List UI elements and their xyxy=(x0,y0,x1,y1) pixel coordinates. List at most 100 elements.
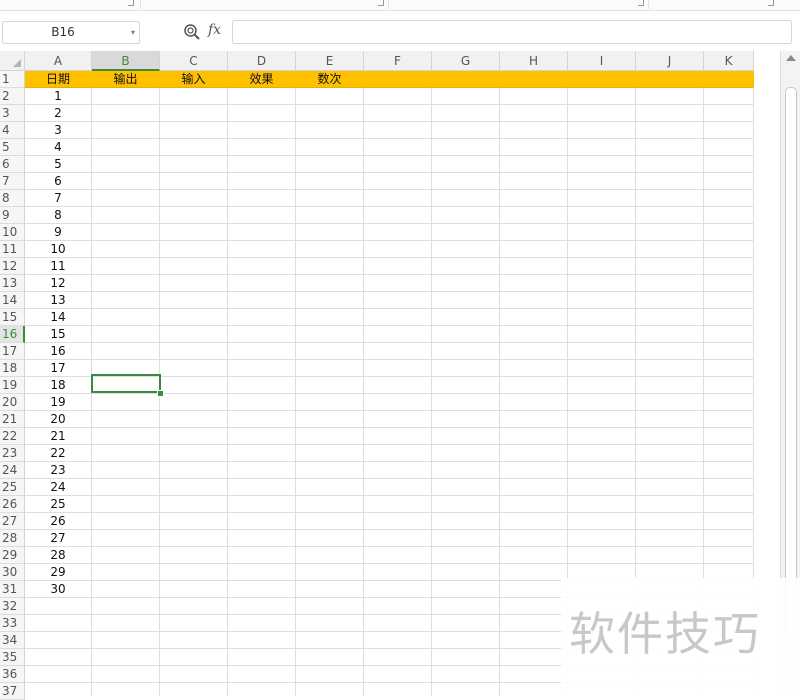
cell-d28[interactable] xyxy=(228,530,296,547)
cell-j23[interactable] xyxy=(636,445,704,462)
cell-c20[interactable] xyxy=(160,394,228,411)
cell-a12[interactable]: 11 xyxy=(25,258,92,275)
cell-b14[interactable] xyxy=(92,292,160,309)
formula-input[interactable] xyxy=(232,20,792,44)
cell-a29[interactable]: 28 xyxy=(25,547,92,564)
cell-i18[interactable] xyxy=(568,360,636,377)
cell-f13[interactable] xyxy=(364,275,432,292)
cell-h16[interactable] xyxy=(500,326,568,343)
cell-h2[interactable] xyxy=(500,88,568,105)
cell-g29[interactable] xyxy=(432,547,500,564)
cell-j18[interactable] xyxy=(636,360,704,377)
cell-b26[interactable] xyxy=(92,496,160,513)
cell-e21[interactable] xyxy=(296,411,364,428)
cell-e27[interactable] xyxy=(296,513,364,530)
cell-b30[interactable] xyxy=(92,564,160,581)
cell-g28[interactable] xyxy=(432,530,500,547)
cell-c36[interactable] xyxy=(160,666,228,683)
cell-j3[interactable] xyxy=(636,105,704,122)
cell-k2[interactable] xyxy=(704,88,754,105)
cell-g3[interactable] xyxy=(432,105,500,122)
cell-d22[interactable] xyxy=(228,428,296,445)
cell-i10[interactable] xyxy=(568,224,636,241)
cell-k24[interactable] xyxy=(704,462,754,479)
cell-a8[interactable]: 7 xyxy=(25,190,92,207)
cell-f9[interactable] xyxy=(364,207,432,224)
cell-c3[interactable] xyxy=(160,105,228,122)
cell-j12[interactable] xyxy=(636,258,704,275)
cell-j17[interactable] xyxy=(636,343,704,360)
cell-a25[interactable]: 24 xyxy=(25,479,92,496)
cell-g25[interactable] xyxy=(432,479,500,496)
cell-c2[interactable] xyxy=(160,88,228,105)
cell-i7[interactable] xyxy=(568,173,636,190)
cell-k18[interactable] xyxy=(704,360,754,377)
cell-b34[interactable] xyxy=(92,632,160,649)
cell-g12[interactable] xyxy=(432,258,500,275)
cell-i12[interactable] xyxy=(568,258,636,275)
cell-f10[interactable] xyxy=(364,224,432,241)
cell-h30[interactable] xyxy=(500,564,568,581)
cell-e11[interactable] xyxy=(296,241,364,258)
cell-b23[interactable] xyxy=(92,445,160,462)
row-header-25[interactable]: 25 xyxy=(0,479,25,496)
cell-g34[interactable] xyxy=(432,632,500,649)
cell-c23[interactable] xyxy=(160,445,228,462)
cell-i19[interactable] xyxy=(568,377,636,394)
column-header-e[interactable]: E xyxy=(296,51,364,71)
cell-b32[interactable] xyxy=(92,598,160,615)
cell-d29[interactable] xyxy=(228,547,296,564)
cell-c26[interactable] xyxy=(160,496,228,513)
cell-e31[interactable] xyxy=(296,581,364,598)
ribbon-group-launcher-icon[interactable] xyxy=(378,0,384,6)
cell-a33[interactable] xyxy=(25,615,92,632)
cell-a9[interactable]: 8 xyxy=(25,207,92,224)
row-header-10[interactable]: 10 xyxy=(0,224,25,241)
column-header-g[interactable]: G xyxy=(432,51,500,71)
row-header-33[interactable]: 33 xyxy=(0,615,25,632)
scroll-up-arrow-icon[interactable] xyxy=(786,55,796,61)
cell-e24[interactable] xyxy=(296,462,364,479)
cell-e13[interactable] xyxy=(296,275,364,292)
column-header-j[interactable]: J xyxy=(636,51,704,71)
row-header-4[interactable]: 4 xyxy=(0,122,25,139)
cell-f21[interactable] xyxy=(364,411,432,428)
cell-e10[interactable] xyxy=(296,224,364,241)
cell-k28[interactable] xyxy=(704,530,754,547)
row-header-21[interactable]: 21 xyxy=(0,411,25,428)
cell-g8[interactable] xyxy=(432,190,500,207)
cell-i20[interactable] xyxy=(568,394,636,411)
cell-a21[interactable]: 20 xyxy=(25,411,92,428)
cell-f6[interactable] xyxy=(364,156,432,173)
cell-g5[interactable] xyxy=(432,139,500,156)
cell-b2[interactable] xyxy=(92,88,160,105)
cell-e12[interactable] xyxy=(296,258,364,275)
cell-c17[interactable] xyxy=(160,343,228,360)
cell-b16[interactable] xyxy=(92,326,160,343)
cell-b5[interactable] xyxy=(92,139,160,156)
cell-a31[interactable]: 30 xyxy=(25,581,92,598)
cell-b27[interactable] xyxy=(92,513,160,530)
cell-e9[interactable] xyxy=(296,207,364,224)
cell-b3[interactable] xyxy=(92,105,160,122)
cell-h9[interactable] xyxy=(500,207,568,224)
cell-a6[interactable]: 5 xyxy=(25,156,92,173)
cell-a18[interactable]: 17 xyxy=(25,360,92,377)
cell-c31[interactable] xyxy=(160,581,228,598)
cell-c1[interactable]: 输入 xyxy=(160,71,228,88)
cell-f31[interactable] xyxy=(364,581,432,598)
column-header-c[interactable]: C xyxy=(160,51,228,71)
cell-d11[interactable] xyxy=(228,241,296,258)
name-box-value[interactable]: B16 xyxy=(3,22,123,43)
cell-j22[interactable] xyxy=(636,428,704,445)
cell-k26[interactable] xyxy=(704,496,754,513)
cell-e29[interactable] xyxy=(296,547,364,564)
cell-k20[interactable] xyxy=(704,394,754,411)
cell-k15[interactable] xyxy=(704,309,754,326)
cell-e37[interactable] xyxy=(296,683,364,696)
cell-d37[interactable] xyxy=(228,683,296,696)
cell-k21[interactable] xyxy=(704,411,754,428)
cell-g13[interactable] xyxy=(432,275,500,292)
cell-g27[interactable] xyxy=(432,513,500,530)
cell-f27[interactable] xyxy=(364,513,432,530)
